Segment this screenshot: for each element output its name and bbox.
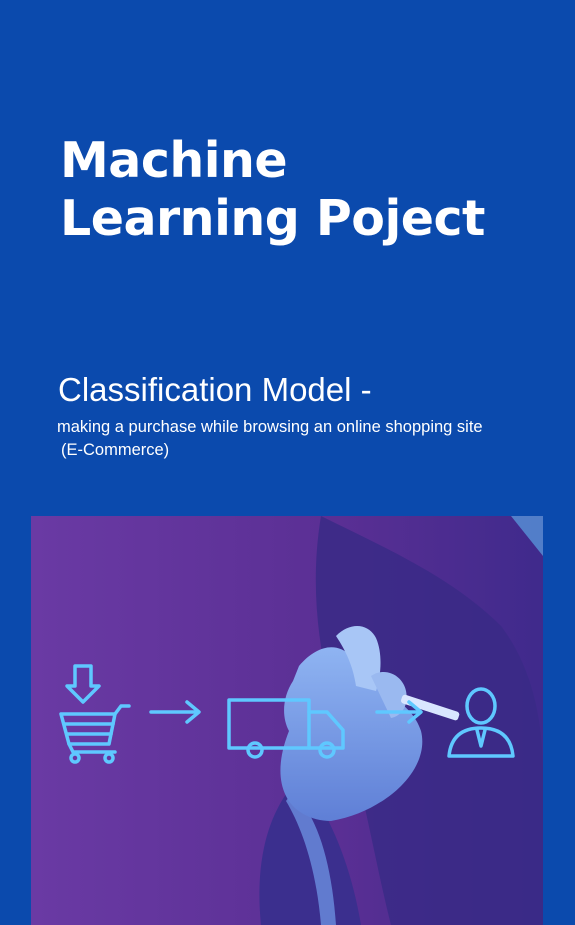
title-line-2: Learning Poject	[60, 190, 485, 247]
title-line-1: Machine	[60, 132, 288, 189]
cover-page: Machine Learning Poject Classification M…	[0, 0, 575, 925]
description-line-2: (E-Commerce)	[61, 441, 170, 459]
description-line-1: making a purchase while browsing an onli…	[57, 418, 483, 436]
page-title: Machine Learning Poject	[60, 132, 485, 248]
subtitle: Classification Model -	[58, 371, 372, 408]
ecommerce-illustration	[31, 516, 543, 925]
illustration-svg	[31, 516, 543, 925]
description: making a purchase while browsing an onli…	[57, 416, 483, 462]
